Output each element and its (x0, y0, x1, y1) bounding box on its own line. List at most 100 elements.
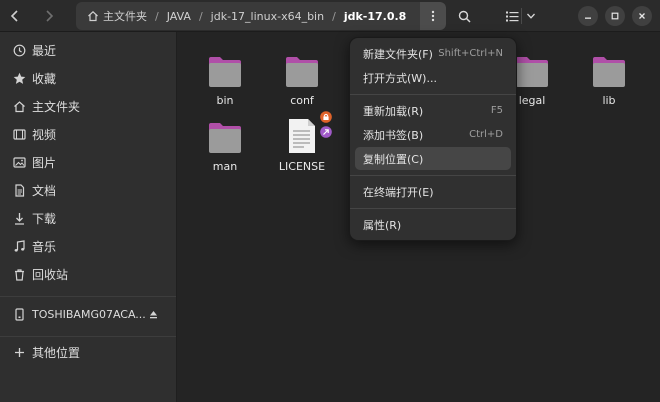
close-icon (639, 13, 645, 19)
sidebar-item-documents[interactable]: 文档 (0, 176, 176, 204)
file-item-bin[interactable]: bin (189, 46, 261, 110)
breadcrumb-separator: / (332, 9, 336, 23)
menu-item-shortcut: F5 (490, 105, 503, 116)
sidebar-item-label: 文档 (32, 183, 57, 198)
list-view-icon (505, 11, 518, 21)
menu-item-new-folder[interactable]: 新建文件夹(F) Shift+Ctrl+N (355, 42, 511, 65)
breadcrumb-jdk-bin[interactable]: jdk-17_linux-x64_bin (208, 2, 327, 30)
close-button[interactable] (632, 6, 652, 26)
sidebar-item-other-locations[interactable]: 其他位置 (0, 338, 176, 366)
menu-item-reload[interactable]: 重新加载(R) F5 (355, 99, 511, 122)
sidebar-item-label: 视频 (32, 127, 57, 142)
menu-item-shortcut: Shift+Ctrl+N (438, 48, 503, 59)
sidebar-item-label: 最近 (32, 43, 57, 58)
back-button[interactable] (4, 4, 26, 28)
path-context-menu: 新建文件夹(F) Shift+Ctrl+N 打开方式(W)... 重新加载(R)… (349, 37, 517, 241)
sidebar-item-label: 收藏 (32, 71, 57, 86)
menu-item-shortcut: Ctrl+D (469, 129, 503, 140)
drive-icon (12, 307, 26, 321)
header-bar: 主文件夹 / JAVA / jdk-17_linux-x64_bin / jdk… (0, 0, 660, 32)
menu-item-label: 添加书签(B) (363, 128, 424, 142)
file-name: bin (216, 94, 234, 107)
search-button[interactable] (452, 4, 476, 28)
menu-separator (350, 175, 516, 176)
document-icon (12, 183, 26, 197)
sidebar-item-home[interactable]: 主文件夹 (0, 92, 176, 120)
file-name: conf (290, 94, 314, 107)
film-icon (12, 127, 26, 141)
file-name: LICENSE (278, 160, 326, 173)
menu-item-label: 复制位置(C) (363, 152, 424, 166)
forward-button[interactable] (38, 4, 60, 28)
sidebar-item-pictures[interactable]: 图片 (0, 148, 176, 176)
file-item-conf[interactable]: conf (266, 46, 338, 110)
chevron-down-icon (527, 13, 535, 19)
menu-item-open-with[interactable]: 打开方式(W)... (355, 66, 511, 89)
sidebar-item-videos[interactable]: 视频 (0, 120, 176, 148)
sidebar-item-label: 主文件夹 (32, 99, 81, 114)
menu-item-copy-location[interactable]: 复制位置(C) (355, 147, 511, 170)
sidebar-item-label: 图片 (32, 155, 57, 170)
view-options-button[interactable] (522, 4, 540, 28)
clock-icon (12, 43, 26, 57)
menu-item-properties[interactable]: 属性(R) (355, 213, 511, 236)
folder-icon (209, 57, 241, 87)
home-icon (12, 99, 26, 113)
sidebar-item-label: 回收站 (32, 267, 69, 282)
maximize-icon (611, 12, 619, 20)
path-bar: 主文件夹 / JAVA / jdk-17_linux-x64_bin / jdk… (76, 2, 446, 30)
file-name: legal (518, 94, 546, 107)
symlink-emblem-icon (320, 126, 332, 138)
vertical-ellipsis-icon (431, 10, 435, 22)
folder-icon (209, 123, 241, 153)
breadcrumb-java[interactable]: JAVA (164, 2, 194, 30)
sidebar-item-recent[interactable]: 最近 (0, 36, 176, 64)
breadcrumb-separator: / (198, 9, 203, 23)
sidebar: 最近 收藏 主文件夹 视频 图片 文档 下载 音乐 回收站 TOSHIBAMG0… (0, 32, 177, 402)
sidebar-item-downloads[interactable]: 下载 (0, 204, 176, 232)
file-item-man[interactable]: man (189, 112, 261, 176)
minimize-icon (585, 17, 591, 19)
file-item-license[interactable]: LICENSE (266, 111, 338, 176)
file-item-lib[interactable]: lib (573, 46, 645, 110)
file-name: man (212, 160, 238, 173)
menu-separator (350, 208, 516, 209)
folder-icon (593, 57, 625, 87)
menu-item-label: 重新加载(R) (363, 104, 424, 118)
maximize-button[interactable] (605, 6, 625, 26)
breadcrumb-current[interactable]: jdk-17.0.8 (341, 2, 410, 30)
file-name: lib (602, 94, 616, 107)
breadcrumb-separator: / (155, 9, 159, 23)
menu-item-label: 新建文件夹(F) (363, 47, 433, 61)
menu-item-label: 属性(R) (363, 218, 402, 232)
chevron-right-icon (46, 10, 54, 22)
lock-emblem-icon (320, 111, 332, 123)
sidebar-item-label: TOSHIBAMG07ACA... (32, 307, 146, 321)
sidebar-divider (0, 296, 176, 297)
sidebar-item-drive[interactable]: TOSHIBAMG07ACA... (0, 300, 176, 328)
sidebar-item-music[interactable]: 音乐 (0, 232, 176, 260)
minimize-button[interactable] (578, 6, 598, 26)
home-icon (87, 10, 99, 22)
music-icon (12, 239, 26, 253)
download-icon (12, 211, 26, 225)
search-icon (458, 10, 471, 23)
menu-item-open-in-terminal[interactable]: 在终端打开(E) (355, 180, 511, 203)
trash-icon (12, 267, 26, 281)
sidebar-item-trash[interactable]: 回收站 (0, 260, 176, 288)
folder-icon (516, 57, 548, 87)
menu-separator (350, 94, 516, 95)
breadcrumb-home[interactable]: 主文件夹 (84, 2, 150, 30)
sidebar-item-label: 下载 (32, 211, 57, 226)
chevron-left-icon (10, 10, 18, 22)
menu-item-label: 打开方式(W)... (363, 71, 437, 85)
eject-icon[interactable] (149, 308, 158, 322)
sidebar-item-label: 音乐 (32, 239, 57, 254)
path-menu-button[interactable] (420, 2, 446, 30)
star-icon (12, 71, 26, 85)
menu-item-add-bookmark[interactable]: 添加书签(B) Ctrl+D (355, 123, 511, 146)
sidebar-item-label: 其他位置 (32, 345, 81, 360)
sidebar-item-starred[interactable]: 收藏 (0, 64, 176, 92)
plus-icon (12, 345, 26, 359)
breadcrumb-home-label: 主文件夹 (103, 10, 147, 23)
